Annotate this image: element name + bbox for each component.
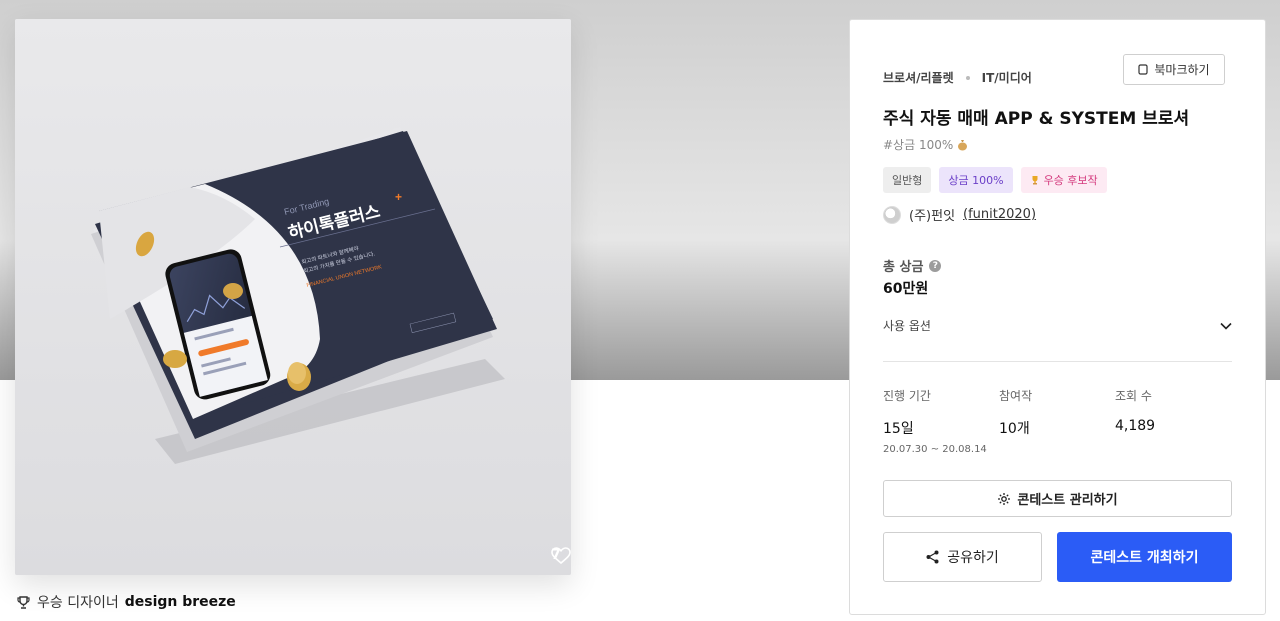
svg-text:+: + [395, 190, 402, 204]
designer-name[interactable]: design breeze [125, 594, 236, 610]
prize-tag-line: #상금 100% [883, 136, 968, 153]
host-contest-button[interactable]: 콘테스트 개최하기 [1057, 532, 1232, 582]
stat-views: 조회 수 4,189 [1115, 387, 1155, 434]
bookmark-label: 북마크하기 [1154, 63, 1210, 77]
total-prize-value: 60만원 [883, 281, 929, 297]
host-avatar [883, 205, 901, 224]
help-icon[interactable]: ? [929, 259, 942, 272]
gear-icon [998, 492, 1011, 505]
category-it-media[interactable]: IT/미디어 [982, 69, 1032, 86]
chip-candidate: 우승 후보작 [1020, 167, 1107, 193]
trophy-icon [1032, 176, 1038, 185]
stat-entries: 참여작 10개 [999, 387, 1032, 438]
bookmark-button[interactable]: 북마크하기 [1123, 54, 1225, 85]
total-prize-text: 총 상금 [883, 260, 924, 275]
manage-contest-button[interactable]: 콘테스트 관리하기 [883, 480, 1232, 517]
winning-designer: 우승 디자이너 design breeze [16, 592, 236, 612]
stat-period-value: 15일 [883, 421, 914, 437]
stat-entries-value: 10개 [999, 421, 1030, 437]
usage-options-toggle[interactable]: 사용 옵션 [883, 317, 1232, 334]
stat-period-dates: 20.07.30 ~ 20.08.14 [883, 444, 987, 455]
trophy-icon [17, 595, 30, 609]
host-name: (주)펀잇 [909, 209, 956, 224]
stat-views-label: 조회 수 [1115, 389, 1152, 403]
share-icon [926, 550, 939, 564]
bookmark-icon [1138, 64, 1148, 75]
heart-icon [551, 547, 571, 565]
host-info[interactable]: (주)펀잇 (funit2020) [883, 205, 1036, 224]
stat-period: 진행 기간 15일 20.07.30 ~ 20.08.14 [883, 387, 987, 455]
contest-preview-image[interactable]: For Trading 하이톡플러스 + 최고의 파트너와 함께해야 최고의 가… [15, 19, 571, 575]
separator-dot [965, 75, 970, 80]
contest-chips: 일반형 상금 100% 우승 후보작 [883, 167, 1107, 193]
designer-prefix: 우승 디자이너 [37, 595, 119, 611]
category-brochure[interactable]: 브로셔/리플렛 [883, 69, 954, 86]
manage-contest-label: 콘테스트 관리하기 [1017, 493, 1118, 508]
contest-info-panel: 브로셔/리플렛 IT/미디어 북마크하기 주식 자동 매매 APP & SYST… [849, 19, 1266, 615]
contest-title: 주식 자동 매매 APP & SYSTEM 브로셔 [883, 109, 1190, 129]
host-contest-label: 콘테스트 개최하기 [1090, 550, 1199, 566]
stat-views-value: 4,189 [1115, 418, 1156, 434]
chip-candidate-label: 우승 후보작 [1043, 174, 1098, 187]
category-breadcrumb: 브로셔/리플렛 IT/미디어 [883, 69, 1032, 86]
stat-entries-label: 참여작 [999, 389, 1033, 403]
chevron-down-icon [1220, 322, 1232, 330]
share-label: 공유하기 [947, 550, 999, 566]
divider [883, 361, 1232, 362]
chip-prize: 상금 100% [939, 167, 1013, 193]
chip-type: 일반형 [883, 167, 932, 193]
total-prize-label: 총 상금 ? [883, 256, 942, 275]
stat-period-label: 진행 기간 [883, 389, 931, 403]
usage-options-label: 사용 옵션 [883, 319, 931, 333]
money-bag-icon [958, 139, 968, 150]
host-id[interactable]: (funit2020) [963, 207, 1036, 222]
like-button[interactable]: 7 [551, 547, 571, 565]
share-button[interactable]: 공유하기 [883, 532, 1042, 582]
brochure-mockup: For Trading 하이톡플러스 + 최고의 파트너와 함께해야 최고의 가… [15, 19, 571, 575]
tag-text: #상금 100% [883, 138, 954, 152]
